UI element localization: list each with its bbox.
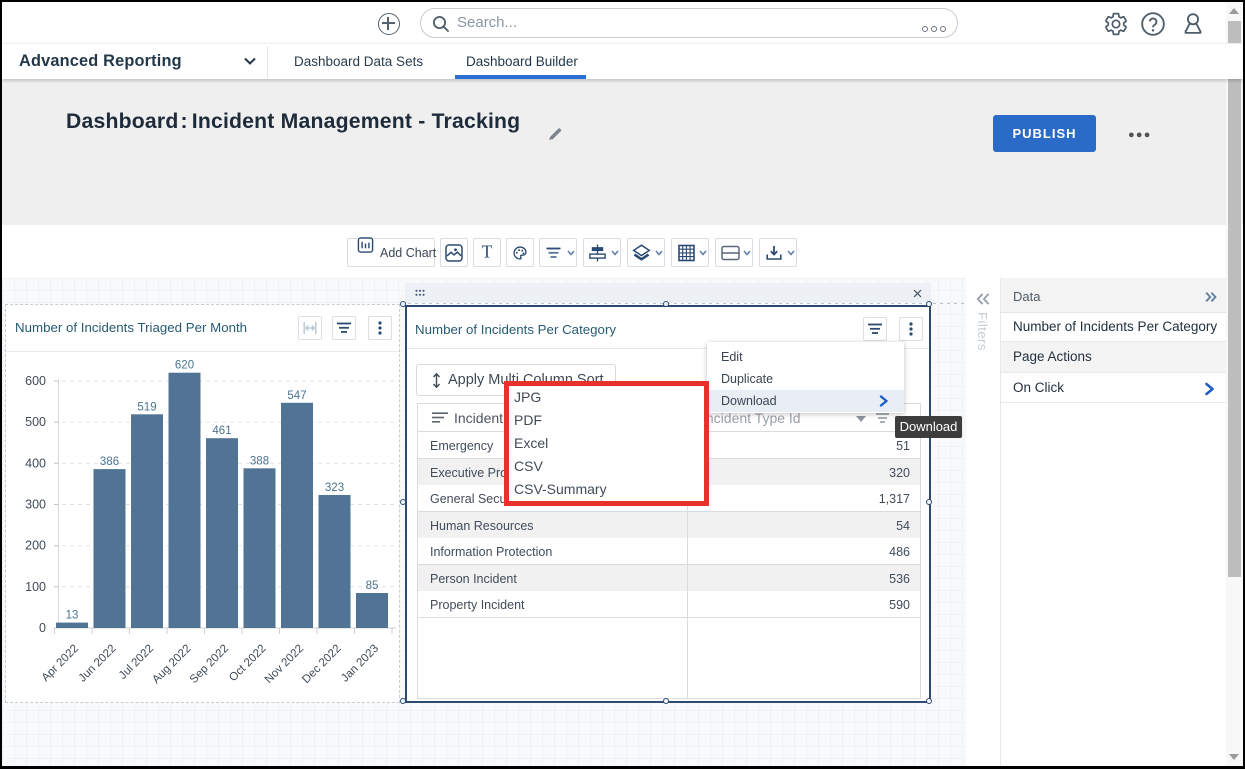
svg-text:519: 519 <box>137 401 156 413</box>
svg-text:Apr 2022: Apr 2022 <box>40 643 81 684</box>
svg-text:200: 200 <box>25 539 46 553</box>
svg-text:Dec 2022: Dec 2022 <box>300 643 343 686</box>
svg-text:13: 13 <box>66 610 79 622</box>
svg-text:Jun 2022: Jun 2022 <box>77 643 119 685</box>
svg-text:620: 620 <box>175 360 194 372</box>
svg-text:Jul 2022: Jul 2022 <box>117 643 156 682</box>
svg-text:Sep 2022: Sep 2022 <box>188 643 231 686</box>
svg-text:Aug 2022: Aug 2022 <box>150 643 193 686</box>
svg-text:0: 0 <box>39 621 46 635</box>
svg-text:461: 461 <box>212 425 231 437</box>
svg-text:Nov 2022: Nov 2022 <box>263 643 306 686</box>
svg-text:547: 547 <box>287 390 306 402</box>
svg-text:386: 386 <box>100 456 119 468</box>
svg-text:Jan 2023: Jan 2023 <box>339 643 381 685</box>
svg-text:400: 400 <box>25 456 46 470</box>
svg-text:600: 600 <box>25 374 46 388</box>
svg-text:100: 100 <box>25 580 46 594</box>
svg-text:500: 500 <box>25 415 46 429</box>
svg-text:388: 388 <box>250 455 269 467</box>
svg-text:85: 85 <box>366 580 379 592</box>
svg-text:300: 300 <box>25 498 46 512</box>
svg-text:323: 323 <box>325 482 344 494</box>
